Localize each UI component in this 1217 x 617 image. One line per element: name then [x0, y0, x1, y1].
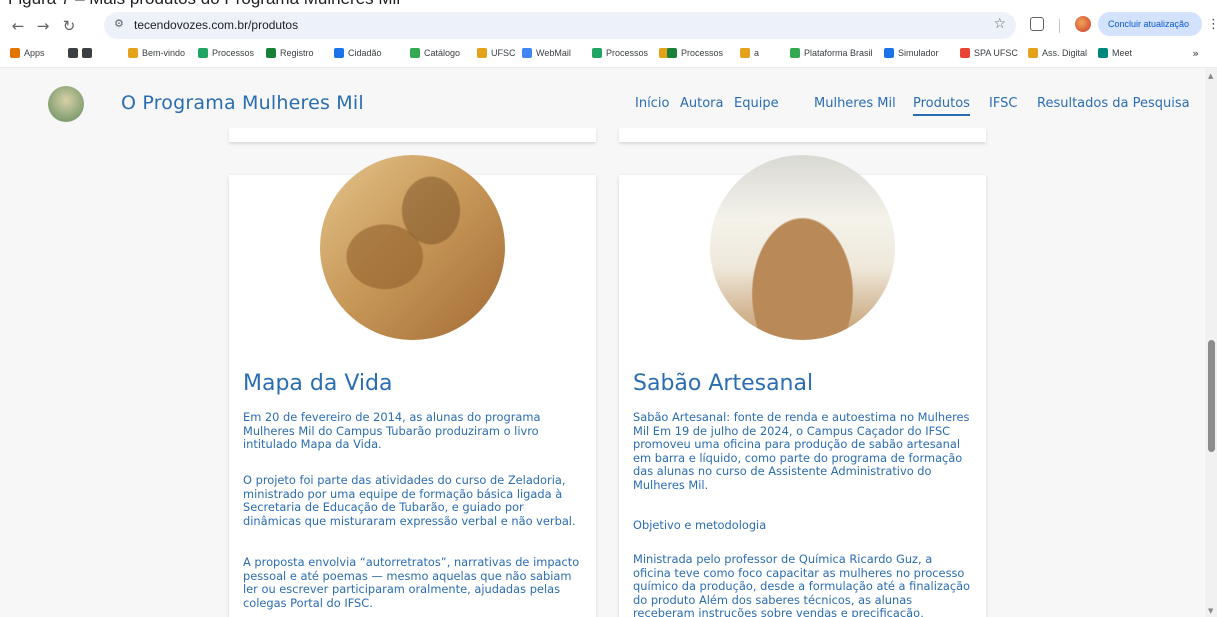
bookmark-item[interactable]: Meet	[1098, 48, 1132, 58]
update-button[interactable]: Concluir atualização	[1098, 12, 1202, 36]
nav-link-ifsc[interactable]: IFSC	[989, 96, 1017, 111]
vertical-scrollbar[interactable]: ▲ ▼	[1205, 68, 1217, 617]
toolbar-divider	[1059, 19, 1060, 33]
globe-icon	[790, 48, 800, 58]
grid-icon	[82, 48, 92, 58]
bookmark-item[interactable]: Catálogo	[410, 48, 460, 58]
bookmark-label: Ass. Digital	[1042, 48, 1088, 58]
bookmark-label: Plataforma Brasil	[804, 48, 873, 58]
figure-caption: Figura 7 – Mais produtos do Programa Mul…	[0, 0, 1217, 9]
back-arrow-icon[interactable]: ←	[7, 15, 29, 37]
figure-caption-text: Figura 7 – Mais produtos do Programa Mul…	[8, 0, 400, 9]
product-card: Sabão Artesanal Sabão Artesanal: fonte d…	[619, 155, 986, 617]
extensions-icon[interactable]	[1030, 17, 1044, 31]
nav-link-equipe[interactable]: Equipe	[734, 96, 779, 111]
apps-grid-icon	[10, 48, 20, 58]
product-paragraph: Sabão Artesanal: fonte de renda e autoes…	[633, 410, 970, 492]
page-viewport: O Programa Mulheres Mil Início Autora Equi…	[0, 68, 1205, 617]
bookmark-item[interactable]: Processos	[592, 48, 648, 58]
bookmark-item[interactable]: Plataforma Brasil	[790, 48, 873, 58]
plus-icon	[667, 48, 677, 58]
drive-icon	[592, 48, 602, 58]
product-title: Mapa da Vida	[243, 371, 393, 396]
forward-arrow-icon[interactable]: →	[32, 15, 54, 37]
previous-card-bottom	[619, 128, 986, 142]
site-header: O Programa Mulheres Mil Início Autora Equi…	[0, 68, 1205, 138]
bookmark-label: Cidadão	[348, 48, 382, 58]
gov-icon	[334, 48, 344, 58]
old-map-image	[320, 155, 505, 340]
address-bar[interactable]: ⚙ tecendovozes.com.br/produtos ☆	[104, 12, 1016, 39]
ufsc-icon	[128, 48, 138, 58]
ufsc-icon	[1028, 48, 1038, 58]
mail-icon	[522, 48, 532, 58]
bookmark-item[interactable]: Processos	[667, 48, 723, 58]
browser-toolbar: ← → ↻ ⚙ tecendovozes.com.br/produtos ☆ C…	[0, 9, 1217, 42]
bookmark-label: Processos	[681, 48, 724, 58]
leaf-icon	[410, 48, 420, 58]
shield-icon	[884, 48, 894, 58]
bookmark-item[interactable]: Simulador	[884, 48, 939, 58]
scroll-thumb[interactable]	[1208, 340, 1215, 452]
bookmark-label: Bem-vindo	[142, 48, 186, 58]
ufsc-icon	[740, 48, 750, 58]
product-paragraph: Em 20 de fevereiro de 2014, as alunas do…	[243, 410, 541, 452]
bookmark-label: Meet	[1112, 48, 1133, 58]
url-text[interactable]: tecendovozes.com.br/produtos	[134, 18, 298, 32]
bookmark-item[interactable]	[68, 48, 82, 58]
bookmark-label: a	[754, 48, 760, 58]
bookmark-item[interactable]: a	[740, 48, 759, 58]
bookmark-label: UFSC	[491, 48, 516, 58]
profile-avatar[interactable]	[1075, 16, 1091, 32]
bookmarks-bar: Apps Bem-vindo Processos Registro Cidadão Cat…	[0, 42, 1217, 68]
site-title[interactable]: O Programa Mulheres Mil	[121, 92, 364, 114]
bookmark-item[interactable]: Processos	[198, 48, 254, 58]
nav-link-resultados-da-pesquisa[interactable]: Resultados da Pesquisa	[1037, 96, 1190, 111]
scroll-up-arrow-icon[interactable]: ▲	[1208, 72, 1213, 80]
bookmark-star-icon[interactable]: ☆	[993, 16, 1006, 32]
plus-icon	[266, 48, 276, 58]
bookmark-label: Simulador	[898, 48, 939, 58]
product-paragraph: O projeto foi parte das atividades do cu…	[243, 473, 576, 528]
ufsc-icon	[477, 48, 487, 58]
bookmark-item[interactable]: Bem-vindo	[128, 48, 185, 58]
drive-icon	[198, 48, 208, 58]
bookmark-label: WebMail	[536, 48, 571, 58]
bookmark-item[interactable]: Apps	[10, 48, 45, 58]
bookmark-item[interactable]: SPA UFSC	[960, 48, 1018, 58]
product-paragraph: A proposta envolvia “autorretratos”, nar…	[243, 555, 580, 610]
site-settings-icon[interactable]: ⚙	[114, 17, 130, 33]
bookmark-item[interactable]: WebMail	[522, 48, 571, 58]
bookmark-item[interactable]: Ass. Digital	[1028, 48, 1087, 58]
product-paragraph: Ministrada pelo professor de Química Ric…	[633, 552, 971, 617]
nav-link-mulheres-mil[interactable]: Mulheres Mil	[814, 96, 896, 111]
bookmark-item[interactable]: Cidadão	[334, 48, 382, 58]
bookmark-label: Registro	[280, 48, 314, 58]
section-subheading: Objetivo e metodologia	[633, 518, 767, 532]
bookmark-label: Processos	[212, 48, 255, 58]
square-icon	[68, 48, 78, 58]
nav-link-autora[interactable]: Autora	[680, 96, 724, 111]
bookmark-label: Processos	[606, 48, 649, 58]
bookmark-item[interactable]	[82, 48, 96, 58]
more-menu-icon[interactable]: ⋮	[1207, 17, 1217, 32]
previous-card-bottom	[229, 128, 596, 142]
bookmark-item[interactable]: Registro	[266, 48, 314, 58]
product-title: Sabão Artesanal	[633, 371, 814, 396]
nav-link-produtos[interactable]: Produtos	[913, 96, 970, 116]
google-icon	[960, 48, 970, 58]
bookmark-item[interactable]: UFSC	[477, 48, 516, 58]
tree-logo-icon[interactable]	[48, 86, 84, 122]
bookmark-label: Catálogo	[424, 48, 461, 58]
reload-icon[interactable]: ↻	[58, 15, 80, 37]
more-bookmarks-icon[interactable]: »	[1192, 47, 1199, 60]
nav-link-in-cio[interactable]: Início	[635, 96, 669, 111]
bookmark-label: SPA UFSC	[974, 48, 1018, 58]
soap-bottles-image	[710, 155, 895, 340]
meet-icon	[1098, 48, 1108, 58]
bookmark-label: Apps	[24, 48, 45, 58]
scroll-down-arrow-icon[interactable]: ▼	[1208, 607, 1213, 615]
product-card: Mapa da Vida Em 20 de fevereiro de 2014,…	[229, 155, 596, 617]
